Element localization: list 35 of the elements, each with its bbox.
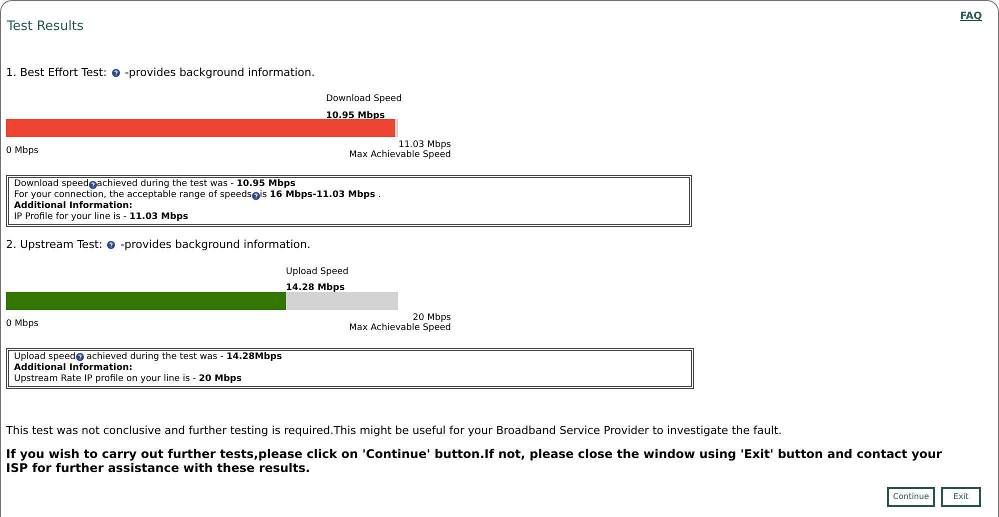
- section-heading: 2. Upstream Test:: [6, 237, 102, 253]
- info-text: IP Profile for your line is - 11.03 Mbps: [14, 212, 188, 223]
- speed-value: 10.95 Mbps: [326, 110, 386, 122]
- axis-label: 11.03 Mbps: [397, 140, 451, 150]
- speed-label: Download Speed: [326, 93, 402, 106]
- info-text: Upload speed: [14, 352, 76, 362]
- axis-label: 0 Mbps: [6, 145, 38, 158]
- help-icon[interactable]: [112, 68, 120, 77]
- action-button[interactable]: Exit: [941, 487, 981, 507]
- info-text: achieved during the test was - 14.28Mbps: [85, 352, 282, 362]
- help-text: -provides background information.: [124, 64, 315, 80]
- info-text: Download speed: [14, 179, 89, 190]
- action-button[interactable]: Continue: [887, 487, 935, 507]
- section-heading: 1. Best Effort Test:: [6, 64, 107, 80]
- speed-label: Upload Speed: [286, 266, 348, 278]
- faq-link[interactable]: FAQ: [960, 9, 982, 24]
- info-text: is 16 Mbps-11.03 Mbps .: [260, 190, 381, 201]
- speed-value: 14.28 Mbps: [286, 282, 346, 295]
- help-icon[interactable]: [88, 180, 97, 188]
- info-heading: Additional Information:: [14, 362, 133, 374]
- info-text: For your connection, the acceptable range of speeds: [14, 190, 252, 201]
- page-title: Test Results: [7, 18, 84, 36]
- axis-label: 0 Mbps: [6, 318, 38, 330]
- help-icon[interactable]: [76, 353, 84, 361]
- info-text: achieved during the test was - 10.95 Mbps: [96, 179, 296, 190]
- axis-label: 20 Mbps: [412, 312, 451, 322]
- help-icon[interactable]: [252, 192, 260, 200]
- axis-label: Max Achievable Speed: [349, 150, 451, 160]
- info-text: Upstream Rate IP profile on your line is - 20 Mbps: [14, 374, 242, 384]
- status-message: This test was not conclusive and further testing is required.This might be useful for your Broadband Service Provider to investigate the fault.: [6, 422, 783, 438]
- help-text: -provides background information.: [120, 237, 310, 253]
- info-heading: Additional Information:: [14, 201, 133, 212]
- axis-label: Max Achievable Speed: [349, 322, 451, 332]
- help-icon[interactable]: [107, 241, 116, 250]
- instruction-text: If you wish to carry out further tests,please click on 'Continue' button.If not, please close the window using 'Exit' button and contact your ISP for further assistance with these results.: [6, 447, 943, 475]
